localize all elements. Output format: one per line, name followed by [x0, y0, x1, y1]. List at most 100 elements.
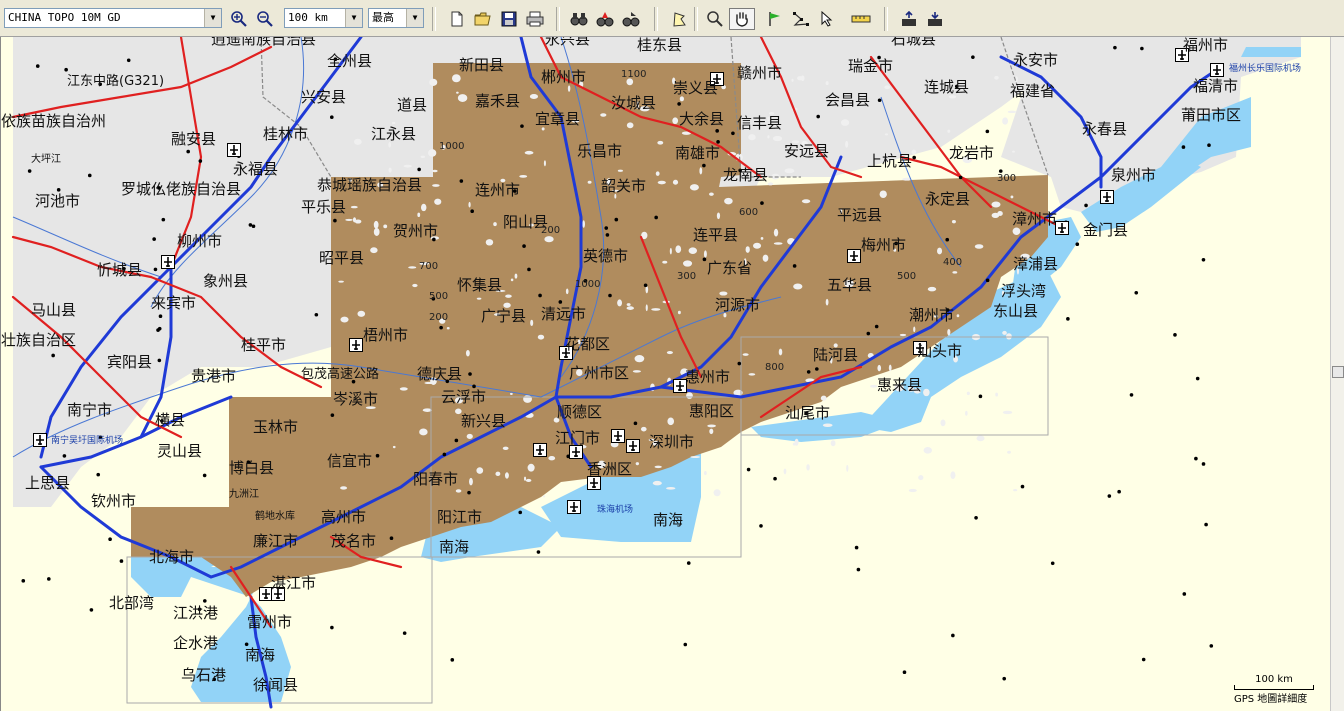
contour-label: 700	[419, 261, 439, 272]
contour-label: 300	[997, 173, 1017, 184]
toolbar-separator	[556, 7, 560, 31]
contour-label: 600	[739, 207, 759, 218]
receive-from-device-icon	[928, 12, 942, 26]
airport-icon	[533, 443, 547, 457]
place-label: 河源市	[715, 296, 761, 314]
place-label: 乌石港	[181, 666, 227, 684]
place-label: 石城县	[891, 37, 937, 48]
map-tool-button[interactable]	[668, 8, 690, 30]
place-label: 汕头市	[917, 342, 963, 360]
place-label: 阳江市	[437, 508, 483, 526]
place-label: 安远县	[784, 142, 830, 160]
place-label: 连平县	[693, 226, 739, 244]
place-label: 福州长乐国际机场	[1229, 64, 1302, 74]
open-button[interactable]	[472, 8, 494, 30]
place-label: 永福县	[233, 160, 279, 178]
chevron-down-icon: ▼	[345, 9, 362, 27]
find-button[interactable]	[568, 8, 590, 30]
chevron-down-icon: ▼	[406, 9, 423, 27]
find-places-icon	[596, 12, 614, 27]
map-canvas[interactable]: 逍遥南族自治县 永兴县 桂东县 石城县 福州市 全州县 新田县 郴州市 1100 崇义县 赣州市 瑞金…	[0, 37, 1332, 711]
save-icon	[501, 11, 517, 27]
place-label: 广州市区	[569, 364, 630, 382]
scale-bar-label: 100 km	[1255, 674, 1293, 685]
place-label: 新田县	[459, 56, 505, 74]
place-label: 昭平县	[319, 249, 365, 267]
place-label: 云浮市	[441, 388, 487, 406]
zoom-tool-button[interactable]	[704, 8, 726, 30]
save-button[interactable]	[498, 8, 520, 30]
select-tool-button[interactable]	[816, 8, 838, 30]
place-label: 横县	[155, 411, 186, 429]
airport-icon	[569, 445, 583, 459]
airport-icon	[567, 500, 581, 514]
place-label: 钦州市	[91, 492, 137, 510]
map-scale-bar: 100 km GPS 地圖詳細度	[1234, 674, 1314, 705]
place-label: 珠海机场	[597, 505, 634, 515]
airport-icon	[847, 249, 861, 263]
place-label: 道县	[397, 96, 428, 114]
place-label: 象州县	[203, 272, 249, 290]
place-label: 平远县	[837, 206, 883, 224]
place-label: 漳浦县	[1013, 255, 1059, 273]
place-label: 新兴县	[461, 412, 507, 430]
measure-tool-button[interactable]	[850, 8, 872, 30]
place-label: 江永县	[371, 125, 417, 143]
receive-from-device-button[interactable]	[924, 8, 946, 30]
place-label: 崇义县	[673, 79, 719, 97]
waypoint-tool-button[interactable]	[764, 8, 786, 30]
place-label: 乐昌市	[577, 142, 623, 160]
find-places-button[interactable]	[594, 8, 616, 30]
zoom-in-icon	[231, 11, 247, 27]
map-product-select[interactable]: CHINA TOPO 10M GD ▼	[4, 8, 222, 28]
place-label: 依族苗族自治州	[1, 112, 107, 130]
vertical-scrollbar[interactable]	[1330, 37, 1344, 711]
scale-select[interactable]: 100 km ▼	[284, 8, 363, 28]
toolbar-separator	[884, 7, 888, 31]
place-label: 贺州市	[393, 222, 439, 240]
place-label: 深圳市	[649, 433, 695, 451]
place-label: 广东省	[707, 259, 753, 277]
pan-tool-button[interactable]	[729, 8, 755, 30]
place-label: 永定县	[925, 190, 971, 208]
place-label: 永安市	[1013, 51, 1059, 69]
send-to-device-button[interactable]	[898, 8, 920, 30]
place-label: 大坪江	[31, 154, 61, 165]
place-label: 壮族自治区	[1, 331, 77, 349]
place-label: 赣州市	[737, 64, 783, 82]
place-label: 广宁县	[481, 307, 527, 325]
contour-label: 1100	[621, 69, 647, 80]
place-label: 马山县	[31, 301, 77, 319]
new-button[interactable]	[446, 8, 468, 30]
place-label: 鹤地水库	[255, 511, 295, 522]
place-label: 福清市	[1193, 77, 1239, 95]
place-label: 怀集县	[457, 276, 503, 294]
place-label: 惠州市	[685, 368, 731, 386]
place-label: 连州市	[475, 181, 521, 199]
place-label: 信宜市	[327, 452, 373, 470]
place-label: 高州市	[321, 508, 367, 526]
scrollbar-thumb[interactable]	[1332, 366, 1344, 378]
hand-icon	[736, 12, 748, 27]
detail-select[interactable]: 最高 ▼	[368, 8, 424, 28]
place-label: 岑溪市	[333, 390, 379, 408]
zoom-out-button[interactable]	[254, 8, 276, 30]
magnifier-icon	[707, 11, 723, 27]
find-nearest-button[interactable]	[620, 8, 642, 30]
place-label: 花都区	[565, 335, 611, 353]
place-label: 永春县	[1082, 120, 1128, 138]
place-label: 忻城县	[97, 261, 143, 279]
place-label: 漳州市	[1012, 210, 1058, 228]
zoom-in-button[interactable]	[228, 8, 250, 30]
place-label: 桂平市	[241, 336, 287, 354]
place-label: 平乐县	[301, 198, 347, 216]
route-tool-button[interactable]	[790, 8, 812, 30]
place-label: 上思县	[25, 474, 71, 492]
place-label: 泉州市	[1111, 166, 1157, 184]
airport-icon	[626, 439, 640, 453]
print-button[interactable]	[524, 8, 546, 30]
place-label: 茂名市	[331, 532, 377, 550]
open-folder-icon	[474, 12, 491, 26]
detail-value: 最高	[372, 11, 394, 24]
place-label: 香洲区	[587, 460, 633, 478]
